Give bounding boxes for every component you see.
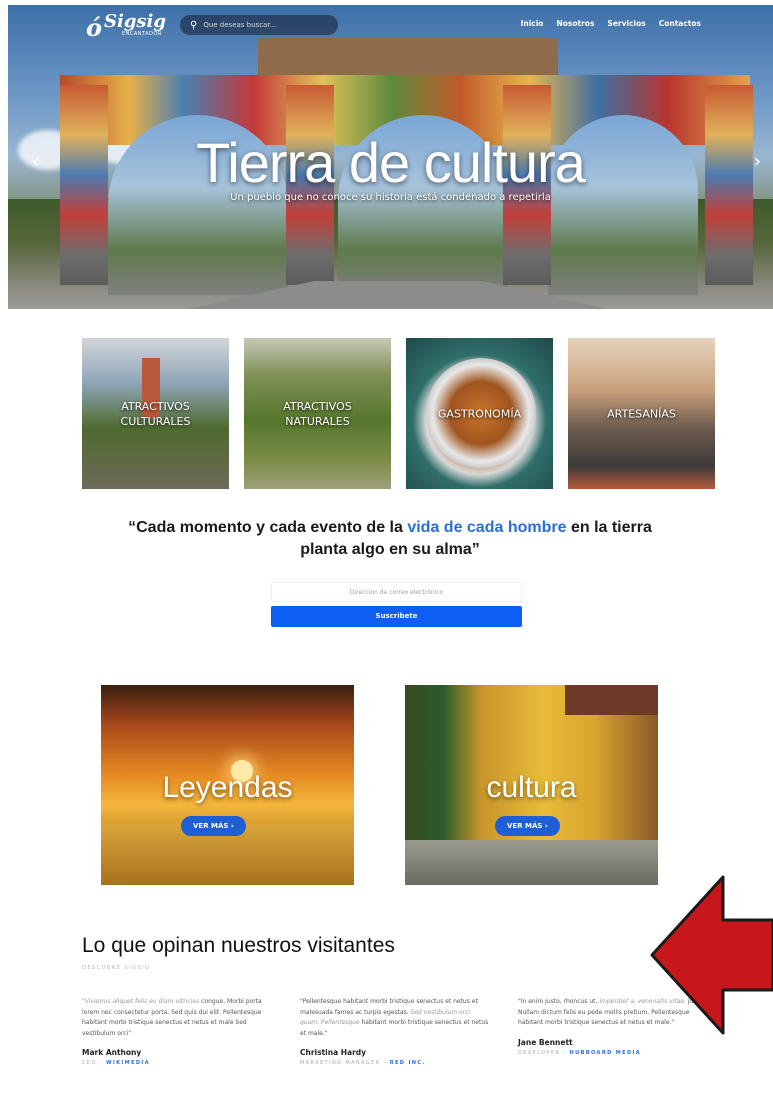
navbar: ó Sigsig ENCANTADOR ⚲ Inicio Nosotros Se… [8,5,773,45]
chevron-right-icon: › [230,822,234,830]
email-field[interactable] [271,582,522,602]
testimonials-title: Lo que opinan nuestros visitantes [82,934,395,957]
logo-tagline: ENCANTADOR [122,31,162,37]
role-title: MARKETING MANAGER - [300,1060,390,1066]
category-card-gastronomia[interactable]: GASTRONOMÍA [406,338,553,489]
menu-item-inicio[interactable]: Inicio [521,19,544,28]
testimonial-card: "Vivamus aliquet felis eu diam ultricies… [82,997,272,1066]
quote-body: "In enim justo, rhoncus ut, [518,998,600,1005]
feature-title: cultura [486,771,577,804]
logo-swirl-icon: ó [86,13,103,42]
search-icon: ⚲ [190,19,198,31]
quote-italic: "Vivamus aliquet felis eu diam ultricies [82,998,200,1005]
testimonial-quote: "Vivamus aliquet felis eu diam ultricies… [82,997,272,1039]
testimonial-role: DEVELOPER - HUBBOARD MEDIA [518,1050,706,1056]
testimonial-role: CEO - WIKIMEDIA [82,1060,272,1066]
feature-title: Leyendas [162,771,293,804]
quote-text-start: “Cada momento y cada evento de la [128,519,408,536]
role-title: DEVELOPER - [518,1049,570,1056]
hero-subtitle: Un pueblo que no conoce su historia está… [230,192,551,203]
category-card-naturales[interactable]: ATRACTIVOS NATURALES [244,338,391,489]
hero-title: Tierra de cultura [196,131,586,194]
testimonial-role: MARKETING MANAGER - RED INC. [300,1060,490,1066]
menu-item-servicios[interactable]: Servicios [607,19,645,28]
ver-mas-button[interactable]: VER MÁS › [495,816,560,836]
street-image [405,840,658,885]
carousel-next-icon[interactable]: › [754,151,761,172]
role-title: CEO - [82,1060,106,1066]
search-input[interactable] [203,21,324,29]
category-label: ATRACTIVOS CULTURALES [120,399,191,428]
testimonial-name: Jane Bennett [518,1037,573,1047]
carousel-prev-icon[interactable]: ‹ [32,151,39,172]
testimonial-card: "Pellentesque habitant morbi tristique s… [300,997,490,1066]
company-link[interactable]: HUBBOARD MEDIA [570,1050,641,1056]
company-link[interactable]: RED INC. [390,1060,426,1066]
menu-item-contactos[interactable]: Contactos [659,19,701,28]
category-label: GASTRONOMÍA [437,407,522,420]
testimonial-quote: "Pellentesque habitant morbi tristique s… [300,997,490,1039]
hero-banner: Tierra de cultura Un pueblo que no conoc… [8,5,773,309]
category-grid: ATRACTIVOS CULTURALES ATRACTIVOS NATURAL… [82,338,715,489]
site-logo[interactable]: ó Sigsig ENCANTADOR [86,9,166,42]
logo-name: Sigsig [104,11,166,32]
ver-mas-button[interactable]: VER MÁS › [181,816,246,836]
category-label: ATRACTIVOS NATURALES [283,399,352,428]
roof-image [565,685,658,715]
ver-mas-label: VER MÁS [193,822,229,830]
chevron-right-icon: › [544,822,548,830]
quote-highlight: vida de cada hombre [407,519,567,536]
search-bar[interactable]: ⚲ [180,15,338,35]
menu-item-nosotros[interactable]: Nosotros [556,19,594,28]
testimonial-name: Christina Hardy [300,1048,367,1057]
feature-card-leyendas[interactable]: Leyendas VER MÁS › [101,685,354,885]
red-arrow-icon [650,875,773,1035]
feature-card-cultura[interactable]: cultura VER MÁS › [405,685,658,885]
category-label: ARTESANÍAS [607,407,676,420]
main-menu: Inicio Nosotros Servicios Contactos [521,19,701,28]
subscribe-button[interactable]: Suscribete [271,606,522,627]
featured-quote: “Cada momento y cada evento de la vida d… [120,517,660,561]
company-link[interactable]: WIKIMEDIA [106,1060,150,1066]
testimonials-kicker: DESCUBRE SIGSIG [82,965,151,971]
ver-mas-label: VER MÁS [507,822,543,830]
category-card-culturales[interactable]: ATRACTIVOS CULTURALES [82,338,229,489]
testimonial-name: Mark Anthony [82,1048,142,1057]
category-card-artesanias[interactable]: ARTESANÍAS [568,338,715,489]
